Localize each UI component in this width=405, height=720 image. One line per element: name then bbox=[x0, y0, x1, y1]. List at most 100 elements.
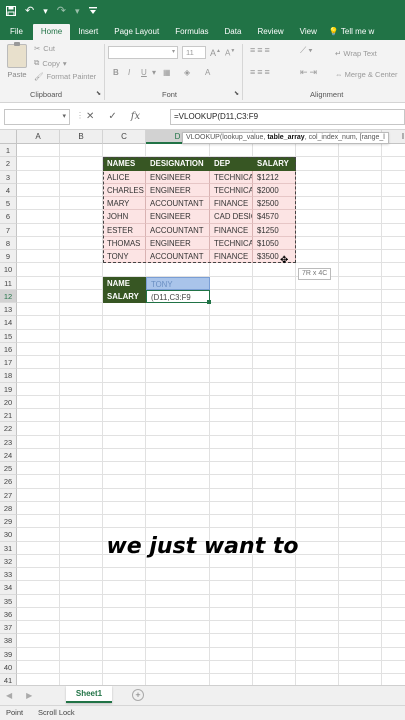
row-header-18[interactable]: 18 bbox=[0, 369, 17, 383]
table-cell[interactable]: $4570 bbox=[253, 210, 296, 224]
tab-view[interactable]: View bbox=[292, 24, 325, 40]
enter-icon[interactable]: ✓ bbox=[108, 111, 116, 122]
row-header-22[interactable]: 22 bbox=[0, 422, 17, 436]
tooltip-rest[interactable]: , col_index_num, [range_l bbox=[305, 134, 385, 141]
formula-input[interactable]: =VLOOKUP(D11,C3:F9 bbox=[170, 109, 405, 125]
table-cell[interactable]: ENGINEER bbox=[146, 183, 210, 197]
resize-handle-icon[interactable]: ⋮ bbox=[76, 111, 84, 120]
underline-dropdown-icon[interactable]: ▾ bbox=[152, 68, 156, 77]
table-cell[interactable]: $1212 bbox=[253, 170, 296, 184]
cancel-icon[interactable]: ✕ bbox=[86, 111, 94, 122]
table-cell[interactable]: TECHNICAL bbox=[210, 183, 253, 197]
borders-icon[interactable]: ▦ bbox=[163, 68, 171, 77]
tooltip-active-arg[interactable]: table_array bbox=[267, 134, 304, 141]
grow-font-icon[interactable]: A▲ bbox=[210, 48, 221, 58]
table-cell[interactable]: $2000 bbox=[253, 183, 296, 197]
table-cell[interactable]: CHARLES bbox=[103, 183, 146, 197]
format-painter-button[interactable]: 🖌 Format Painter bbox=[34, 72, 96, 81]
table-cell[interactable]: ACCOUNTANT bbox=[146, 250, 210, 264]
table-cell[interactable]: TECHNICAL bbox=[210, 236, 253, 250]
row-header-17[interactable]: 17 bbox=[0, 356, 17, 370]
row-header-24[interactable]: 24 bbox=[0, 448, 17, 462]
table-header-cell[interactable]: DESIGNATION bbox=[146, 157, 210, 171]
row-header-26[interactable]: 26 bbox=[0, 475, 17, 489]
tab-insert[interactable]: Insert bbox=[70, 24, 106, 40]
table-header-cell[interactable]: DEP bbox=[210, 157, 253, 171]
row-header-5[interactable]: 5 bbox=[0, 197, 17, 211]
add-sheet-icon[interactable]: + bbox=[132, 689, 144, 701]
name-value-cell[interactable]: TONY bbox=[146, 276, 210, 290]
font-launcher-icon[interactable]: ⬊ bbox=[234, 90, 239, 97]
insert-function-icon[interactable]: fx bbox=[131, 111, 140, 122]
table-cell[interactable]: ENGINEER bbox=[146, 210, 210, 224]
table-cell[interactable]: ACCOUNTANT bbox=[146, 197, 210, 211]
italic-button[interactable]: I bbox=[128, 68, 130, 77]
table-cell[interactable]: MARY bbox=[103, 197, 146, 211]
salary-formula-cell[interactable]: (D11,C3:F9 bbox=[146, 289, 210, 303]
row-header-2[interactable]: 2 bbox=[0, 157, 17, 171]
table-cell[interactable]: ESTER bbox=[103, 223, 146, 237]
tell-me-search[interactable]: 💡 Tell me w bbox=[325, 24, 382, 40]
tooltip-function[interactable]: VLOOKUP( bbox=[186, 134, 222, 141]
row-header-36[interactable]: 36 bbox=[0, 607, 17, 621]
font-size-select[interactable]: 11 bbox=[182, 46, 206, 59]
font-name-select[interactable]: ▾ bbox=[108, 46, 178, 59]
merge-center-button[interactable]: ⇔ Merge & Center bbox=[335, 70, 398, 79]
undo-dropdown-icon[interactable]: ▾ bbox=[43, 6, 48, 17]
worksheet-grid[interactable]: ABCDEFGHI1234567891011121314151617181920… bbox=[0, 130, 405, 685]
row-header-11[interactable]: 11 bbox=[0, 276, 17, 290]
row-header-13[interactable]: 13 bbox=[0, 303, 17, 317]
tab-data[interactable]: Data bbox=[217, 24, 250, 40]
undo-icon[interactable]: ↶ bbox=[25, 5, 34, 17]
select-all-corner[interactable] bbox=[0, 130, 17, 144]
customize-icon[interactable] bbox=[88, 7, 97, 15]
row-header-25[interactable]: 25 bbox=[0, 462, 17, 476]
redo-dropdown-icon[interactable]: ▾ bbox=[75, 6, 80, 17]
redo-icon[interactable]: ↷ bbox=[57, 5, 66, 17]
table-header-cell[interactable]: SALARY bbox=[253, 157, 296, 171]
orientation-icon[interactable]: ⟋▾ bbox=[300, 45, 315, 56]
table-cell[interactable]: ENGINEER bbox=[146, 236, 210, 250]
row-header-10[interactable]: 10 bbox=[0, 263, 17, 277]
fill-color-icon[interactable]: ◈ bbox=[184, 68, 190, 77]
column-header-c[interactable]: C bbox=[103, 130, 146, 144]
row-header-21[interactable]: 21 bbox=[0, 409, 17, 423]
row-header-27[interactable]: 27 bbox=[0, 488, 17, 502]
sheet-tab-sheet1[interactable]: Sheet1 bbox=[66, 686, 112, 703]
row-header-29[interactable]: 29 bbox=[0, 515, 17, 529]
row-header-34[interactable]: 34 bbox=[0, 581, 17, 595]
salary-label-cell[interactable]: SALARY bbox=[103, 289, 146, 303]
table-header-cell[interactable]: NAMES bbox=[103, 157, 146, 171]
save-icon[interactable] bbox=[6, 6, 16, 16]
underline-button[interactable]: U bbox=[141, 68, 147, 77]
table-cell[interactable]: TONY bbox=[103, 250, 146, 264]
cut-button[interactable]: ✂ Cut bbox=[34, 44, 55, 53]
clipboard-launcher-icon[interactable]: ⬊ bbox=[96, 90, 101, 97]
row-header-33[interactable]: 33 bbox=[0, 568, 17, 582]
tab-review[interactable]: Review bbox=[249, 24, 291, 40]
sheet-nav-arrows[interactable]: ◀▶ bbox=[6, 691, 46, 700]
table-cell[interactable]: $1250 bbox=[253, 223, 296, 237]
row-header-14[interactable]: 14 bbox=[0, 316, 17, 330]
shrink-font-icon[interactable]: A▼ bbox=[225, 48, 235, 58]
paste-button[interactable]: Paste bbox=[4, 42, 30, 79]
row-header-16[interactable]: 16 bbox=[0, 342, 17, 356]
row-header-8[interactable]: 8 bbox=[0, 236, 17, 250]
table-cell[interactable]: $3500 bbox=[253, 250, 296, 264]
row-header-1[interactable]: 1 bbox=[0, 144, 17, 158]
row-header-15[interactable]: 15 bbox=[0, 329, 17, 343]
row-header-39[interactable]: 39 bbox=[0, 647, 17, 661]
row-header-41[interactable]: 41 bbox=[0, 674, 17, 685]
bold-button[interactable]: B bbox=[113, 68, 119, 77]
table-cell[interactable]: FINANCE bbox=[210, 197, 253, 211]
horizontal-align-icons[interactable]: ≡≡≡ bbox=[250, 67, 272, 77]
row-header-3[interactable]: 3 bbox=[0, 170, 17, 184]
wrap-text-button[interactable]: ↵ Wrap Text bbox=[335, 49, 377, 58]
name-box[interactable]: ▾ bbox=[4, 109, 70, 125]
table-cell[interactable]: FINANCE bbox=[210, 223, 253, 237]
row-header-19[interactable]: 19 bbox=[0, 382, 17, 396]
copy-button[interactable]: ⧉ Copy ▾ bbox=[34, 58, 67, 68]
font-color-icon[interactable]: A bbox=[205, 68, 210, 77]
name-label-cell[interactable]: NAME bbox=[103, 276, 146, 290]
row-header-20[interactable]: 20 bbox=[0, 395, 17, 409]
